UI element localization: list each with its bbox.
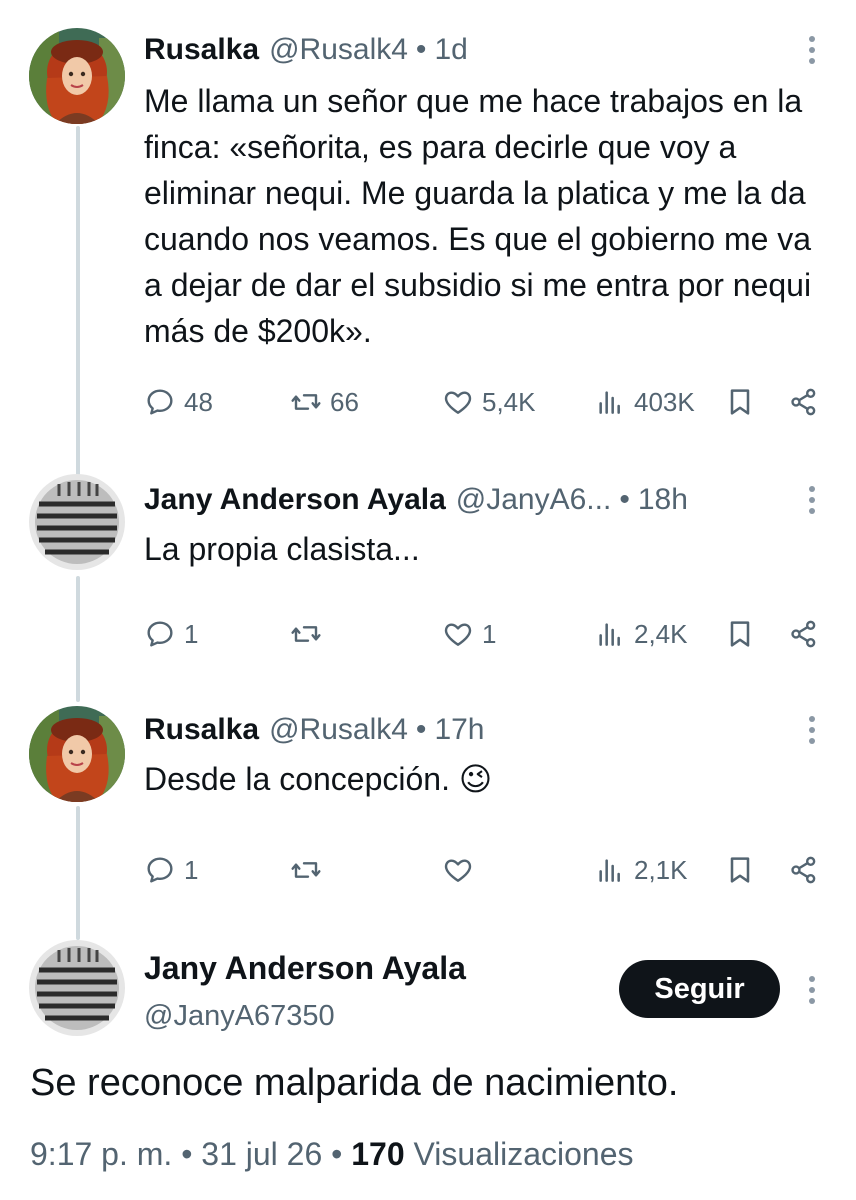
- views-count: 403K: [634, 386, 695, 417]
- follow-button[interactable]: Seguir: [619, 960, 780, 1018]
- tweet[interactable]: Jany Anderson Ayala @JanyA6... • 18h La …: [0, 460, 856, 700]
- timestamp[interactable]: 18h: [638, 480, 688, 520]
- share-icon: [791, 856, 816, 884]
- retweet-icon: [291, 862, 321, 878]
- avatar[interactable]: [29, 706, 125, 802]
- like-button[interactable]: [442, 850, 482, 890]
- views-icon: [599, 859, 620, 882]
- tweet-text: Me llama un señor que me hace trabajos e…: [144, 83, 812, 349]
- author-name[interactable]: Rusalka: [144, 710, 259, 750]
- reply-button[interactable]: 1: [144, 614, 198, 654]
- views-label: Visualizaciones: [413, 1136, 634, 1172]
- like-count: 1: [482, 618, 497, 649]
- bookmark-icon: [730, 621, 750, 647]
- views-count: 2,1K: [634, 854, 688, 885]
- avatar[interactable]: [29, 28, 125, 124]
- more-options-icon[interactable]: [804, 32, 820, 68]
- share-button[interactable]: [788, 614, 820, 654]
- heart-icon: [444, 391, 472, 414]
- like-button[interactable]: 1: [442, 614, 496, 654]
- separator-dot: •: [181, 1136, 193, 1172]
- tweet-text: Se reconoce malparida de nacimiento.: [30, 1062, 679, 1104]
- author-name[interactable]: Jany Anderson Ayala: [144, 480, 446, 520]
- author-handle[interactable]: @JanyA67350: [144, 996, 335, 1036]
- microphone-avatar-icon: [29, 940, 125, 1036]
- separator-dot: •: [415, 713, 427, 746]
- bookmark-icon: [730, 857, 750, 883]
- reply-icon: [147, 389, 173, 415]
- retweet-button[interactable]: 66: [290, 382, 359, 422]
- like-count: 5,4K: [482, 386, 536, 417]
- share-button[interactable]: [788, 850, 820, 890]
- views-count: 2,4K: [634, 618, 688, 649]
- tweet-actions: 1 1 2,4K: [144, 614, 834, 654]
- avatar[interactable]: [29, 940, 125, 1036]
- reply-button[interactable]: 48: [144, 382, 213, 422]
- separator-dot: •: [415, 33, 427, 66]
- author-handle[interactable]: @Rusalk4: [269, 30, 408, 70]
- reply-count: 1: [184, 618, 199, 649]
- timestamp[interactable]: 17h: [434, 710, 484, 750]
- tweet[interactable]: Rusalka @Rusalk4 • 17h Desde la concepci…: [0, 700, 856, 940]
- retweet-button[interactable]: [290, 614, 330, 654]
- views-button[interactable]: 2,1K: [594, 850, 688, 890]
- bookmark-button[interactable]: [724, 382, 756, 422]
- bookmark-button[interactable]: [724, 850, 756, 890]
- tweet-meta: 9:17 p. m. • 31 jul 26 • 170 Visualizaci…: [30, 1132, 634, 1176]
- share-icon: [791, 388, 816, 416]
- tweet-date[interactable]: 31 jul 26: [201, 1136, 322, 1172]
- views-count: 170: [351, 1136, 405, 1172]
- separator-dot: •: [619, 483, 630, 516]
- author-name[interactable]: Rusalka: [144, 30, 259, 70]
- tweet-actions: 1 2,1K: [144, 850, 834, 890]
- bookmark-button[interactable]: [724, 614, 756, 654]
- retweet-count: 66: [330, 386, 359, 417]
- timestamp[interactable]: 1d: [434, 30, 467, 70]
- redhead-woman-avatar-icon: [29, 28, 125, 124]
- reply-count: 1: [184, 854, 199, 885]
- more-options-icon[interactable]: [804, 482, 820, 518]
- views-icon: [599, 391, 620, 414]
- views-button[interactable]: 403K: [594, 382, 695, 422]
- retweet-icon: [291, 626, 321, 642]
- reply-button[interactable]: 1: [144, 850, 198, 890]
- redhead-woman-avatar-icon: [29, 706, 125, 802]
- microphone-avatar-icon: [29, 474, 125, 570]
- tweet-text: La propia clasista...: [144, 531, 420, 567]
- retweet-icon: [291, 394, 321, 410]
- more-options-icon[interactable]: [804, 712, 820, 748]
- reply-icon: [147, 621, 173, 647]
- share-button[interactable]: [788, 382, 820, 422]
- separator-dot: •: [331, 1136, 343, 1172]
- tweet-text: Desde la concepción. 😉: [144, 761, 493, 797]
- heart-icon: [444, 623, 472, 646]
- retweet-button[interactable]: [290, 850, 330, 890]
- reply-count: 48: [184, 386, 213, 417]
- author-name[interactable]: Jany Anderson Ayala: [144, 948, 466, 988]
- reply-icon: [147, 857, 173, 883]
- author-handle[interactable]: @Rusalk4: [269, 710, 408, 750]
- tweet-time[interactable]: 9:17 p. m.: [30, 1136, 172, 1172]
- author-handle[interactable]: @JanyA6...: [456, 480, 612, 520]
- more-options-icon[interactable]: [804, 972, 820, 1008]
- tweet[interactable]: Rusalka @Rusalk4 • 1d Me llama un señor …: [0, 0, 856, 460]
- heart-icon: [444, 859, 472, 882]
- views-icon: [599, 623, 620, 646]
- bookmark-icon: [730, 389, 750, 415]
- avatar[interactable]: [29, 474, 125, 570]
- views-button[interactable]: 2,4K: [594, 614, 688, 654]
- like-button[interactable]: 5,4K: [442, 382, 536, 422]
- share-icon: [791, 620, 816, 648]
- tweet-actions: 48 66 5,4K 403K: [144, 382, 834, 422]
